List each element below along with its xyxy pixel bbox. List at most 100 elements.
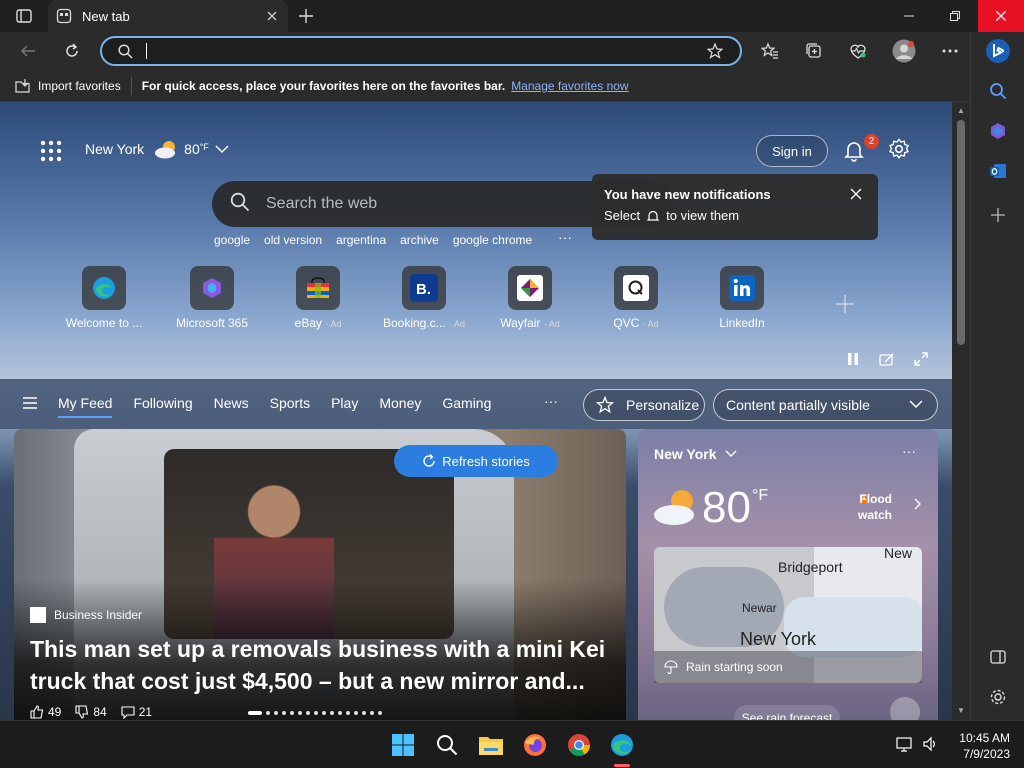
address-input[interactable] bbox=[147, 43, 700, 59]
edge-taskbar-icon[interactable] bbox=[608, 731, 636, 759]
network-icon[interactable] bbox=[896, 736, 912, 757]
scroll-down-icon[interactable]: ▼ bbox=[956, 706, 966, 716]
carousel-dot[interactable] bbox=[290, 711, 294, 715]
edit-background-icon[interactable] bbox=[878, 350, 896, 368]
carousel-dot[interactable] bbox=[282, 711, 286, 715]
feed-menu-icon[interactable] bbox=[22, 396, 38, 410]
personalize-button[interactable]: Personalize bbox=[583, 389, 705, 421]
quick-link-tile[interactable]: Wayfair · Ad bbox=[480, 266, 580, 330]
weather-card[interactable]: New York ··· 80 °F Flood watch New Bridg… bbox=[638, 429, 938, 720]
comments-button[interactable]: 21 bbox=[121, 705, 152, 719]
tab-actions-icon[interactable] bbox=[8, 5, 40, 27]
page-scrollbar[interactable]: ▲ ▼ bbox=[952, 102, 970, 720]
like-button[interactable]: 49 bbox=[30, 705, 61, 719]
expand-background-icon[interactable] bbox=[912, 350, 930, 368]
chrome-icon[interactable] bbox=[565, 731, 593, 759]
feed-tab-play[interactable]: Play bbox=[331, 395, 358, 418]
carousel-dot[interactable] bbox=[346, 711, 350, 715]
minimize-button[interactable] bbox=[886, 0, 932, 32]
map-pin-icon[interactable] bbox=[890, 697, 920, 720]
carousel-dot[interactable] bbox=[330, 711, 334, 715]
sidebar-add-icon[interactable] bbox=[983, 200, 1013, 230]
quick-link-tile[interactable]: Welcome to ... bbox=[54, 266, 154, 330]
feed-tab-money[interactable]: Money bbox=[379, 395, 421, 418]
see-rain-forecast-button[interactable]: See rain forecast bbox=[734, 705, 840, 720]
feed-tab-following[interactable]: Following bbox=[133, 395, 192, 418]
sidebar-hide-icon[interactable] bbox=[983, 642, 1013, 672]
page-settings-gear-icon[interactable] bbox=[888, 138, 912, 162]
quick-link-tile[interactable]: B. Booking.c... · Ad bbox=[374, 266, 474, 330]
trending-search-item[interactable]: argentina bbox=[336, 233, 386, 247]
dislike-button[interactable]: 84 bbox=[75, 705, 107, 719]
trending-more-icon[interactable]: ··· bbox=[558, 229, 572, 245]
carousel-dot[interactable] bbox=[362, 711, 366, 715]
add-favorite-star-icon[interactable] bbox=[700, 43, 730, 59]
scroll-up-icon[interactable]: ▲ bbox=[956, 106, 966, 116]
trending-search-item[interactable]: archive bbox=[400, 233, 439, 247]
manage-favorites-link[interactable]: Manage favorites now bbox=[511, 79, 628, 93]
firefox-icon[interactable] bbox=[521, 731, 549, 759]
settings-more-icon[interactable] bbox=[934, 36, 966, 66]
carousel-dot[interactable] bbox=[248, 711, 262, 715]
back-button[interactable] bbox=[12, 36, 44, 66]
feed-tab-news[interactable]: News bbox=[214, 395, 249, 418]
tab-new-tab[interactable]: New tab bbox=[48, 0, 288, 32]
refresh-button[interactable] bbox=[56, 36, 88, 66]
file-explorer-icon[interactable] bbox=[477, 731, 505, 759]
feed-tab-sports[interactable]: Sports bbox=[270, 395, 310, 418]
trending-search-item[interactable]: old version bbox=[264, 233, 322, 247]
bing-chat-icon[interactable] bbox=[983, 36, 1013, 66]
add-quick-link-button[interactable] bbox=[836, 292, 854, 320]
sidebar-outlook-icon[interactable] bbox=[983, 156, 1013, 186]
carousel-dot[interactable] bbox=[378, 711, 382, 715]
weather-card-location[interactable]: New York bbox=[654, 446, 737, 462]
notification-close-icon[interactable] bbox=[850, 188, 864, 202]
system-clock[interactable]: 10:45 AM 7/9/2023 bbox=[950, 730, 1010, 762]
quick-link-tile[interactable]: LinkedIn bbox=[692, 266, 792, 330]
carousel-dot[interactable] bbox=[274, 711, 278, 715]
pause-background-icon[interactable] bbox=[844, 350, 862, 368]
import-favorites-button[interactable]: Import favorites bbox=[14, 78, 121, 94]
favorites-button[interactable] bbox=[754, 36, 786, 66]
volume-icon[interactable] bbox=[922, 736, 938, 757]
sign-in-button[interactable]: Sign in bbox=[756, 135, 828, 167]
carousel-dot[interactable] bbox=[266, 711, 270, 715]
weather-alert[interactable]: Flood watch bbox=[858, 491, 892, 523]
sidebar-m365-icon[interactable] bbox=[983, 116, 1013, 146]
carousel-dot[interactable] bbox=[314, 711, 318, 715]
quick-link-tile[interactable]: Microsoft 365 bbox=[162, 266, 262, 330]
carousel-dot[interactable] bbox=[298, 711, 302, 715]
sidebar-settings-icon[interactable] bbox=[983, 682, 1013, 712]
hero-story-card[interactable]: Refresh stories Business Insider This ma… bbox=[14, 429, 626, 720]
trending-search-item[interactable]: google bbox=[214, 233, 250, 247]
quick-link-tile[interactable]: QVC · Ad bbox=[586, 266, 686, 330]
new-tab-button[interactable] bbox=[292, 4, 320, 28]
quick-link-tile[interactable]: eBay · Ad bbox=[268, 266, 368, 330]
carousel-dot[interactable] bbox=[306, 711, 310, 715]
feed-tab-gaming[interactable]: Gaming bbox=[442, 395, 491, 418]
trending-search-item[interactable]: google chrome bbox=[453, 233, 532, 247]
address-bar[interactable] bbox=[100, 36, 742, 66]
tab-close-icon[interactable] bbox=[264, 8, 280, 24]
close-window-button[interactable] bbox=[978, 0, 1024, 32]
windows-start-icon[interactable] bbox=[389, 731, 417, 759]
weather-widget-mini[interactable]: New York 80 °F bbox=[85, 139, 229, 159]
browser-essentials-button[interactable] bbox=[842, 36, 874, 66]
feed-more-icon[interactable]: ··· bbox=[544, 393, 558, 409]
collections-button[interactable] bbox=[798, 36, 830, 66]
sidebar-search-icon[interactable] bbox=[983, 76, 1013, 106]
weather-card-more-icon[interactable]: ··· bbox=[902, 443, 916, 459]
carousel-dot[interactable] bbox=[338, 711, 342, 715]
restore-button[interactable] bbox=[932, 0, 978, 32]
taskbar-search-icon[interactable] bbox=[433, 731, 461, 759]
carousel-dot[interactable] bbox=[322, 711, 326, 715]
carousel-dot[interactable] bbox=[354, 711, 358, 715]
feed-tab-my-feed[interactable]: My Feed bbox=[58, 395, 113, 418]
app-launcher-icon[interactable] bbox=[40, 140, 64, 164]
carousel-dot[interactable] bbox=[370, 711, 374, 715]
profile-avatar[interactable] bbox=[888, 36, 920, 66]
refresh-stories-button[interactable]: Refresh stories bbox=[394, 445, 558, 477]
scrollbar-thumb[interactable] bbox=[957, 120, 965, 345]
content-visibility-dropdown[interactable]: Content partially visible bbox=[713, 389, 938, 421]
story-headline[interactable]: This man set up a removals business with… bbox=[30, 633, 610, 697]
